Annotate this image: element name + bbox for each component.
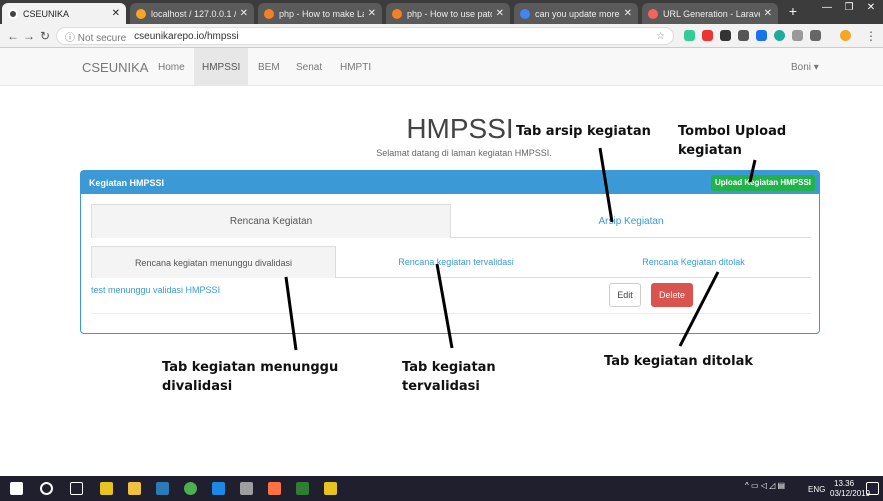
task-view-icon[interactable] bbox=[70, 482, 83, 495]
tab-rencana-kegiatan[interactable]: Rencana Kegiatan bbox=[91, 204, 451, 238]
annotation-tervalidasi: Tab kegiatan tervalidasi bbox=[402, 360, 496, 394]
tab-favicon-icon bbox=[8, 8, 18, 19]
clock-date[interactable]: 03/12/2019 bbox=[830, 489, 870, 498]
new-tab-button[interactable]: + bbox=[784, 3, 802, 19]
windows-start-icon[interactable] bbox=[10, 482, 23, 495]
close-icon[interactable]: ✕ bbox=[764, 8, 772, 19]
address-bar[interactable]: ⓘ Not secure cseunikarepo.io/hmpssi ☆ bbox=[56, 27, 674, 45]
menu-icon[interactable]: ⋮ bbox=[864, 29, 878, 43]
panel-title: Kegiatan HMPSSI bbox=[89, 178, 165, 188]
browser-tab-cseunika[interactable]: CSEUNIKA ✕ bbox=[2, 3, 126, 24]
panel-heading: Kegiatan HMPSSI Upload Kegiatan HMPSSI bbox=[81, 171, 819, 194]
page-subtitle: Selamat datang di laman kegiatan HMPSSI. bbox=[376, 148, 552, 158]
nav-link-senat[interactable]: Senat bbox=[296, 62, 322, 73]
brand-logo[interactable]: CSEUNIKA bbox=[82, 60, 148, 75]
annotation-upload: Tombol Upload kegiatan bbox=[678, 124, 787, 158]
back-icon[interactable]: ← bbox=[6, 29, 20, 43]
close-icon[interactable]: ✕ bbox=[112, 8, 120, 19]
vscode-icon[interactable] bbox=[212, 482, 225, 495]
minimize-icon[interactable]: — bbox=[818, 2, 836, 13]
main-tabs: Rencana Kegiatan Arsip Kegiatan bbox=[91, 204, 811, 238]
tab-favicon-icon bbox=[648, 8, 658, 19]
extension-icon[interactable] bbox=[702, 30, 713, 41]
tab-arsip-kegiatan[interactable]: Arsip Kegiatan bbox=[451, 204, 811, 238]
profile-avatar[interactable] bbox=[840, 30, 851, 41]
tab-favicon-icon bbox=[392, 8, 402, 19]
clock-time[interactable]: 13.36 bbox=[834, 479, 854, 488]
notification-icon[interactable] bbox=[866, 482, 879, 495]
close-icon[interactable]: ✕ bbox=[624, 8, 632, 19]
browser-tab-phpmyadmin[interactable]: localhost / 127.0.0.1 / cs ✕ bbox=[130, 3, 254, 24]
annotation-arsip: Tab arsip kegiatan bbox=[516, 124, 651, 139]
app-icon[interactable] bbox=[240, 482, 253, 495]
tab-menunggu-divalidasi[interactable]: Rencana kegiatan menunggu divalidasi bbox=[91, 246, 336, 278]
delete-button[interactable]: Delete bbox=[651, 283, 693, 307]
edit-button[interactable]: Edit bbox=[609, 283, 641, 307]
annotation-ditolak: Tab kegiatan ditolak bbox=[604, 354, 753, 369]
extension-icon[interactable] bbox=[684, 30, 695, 41]
user-menu[interactable]: Boni ▾ bbox=[791, 62, 819, 73]
extension-icon[interactable] bbox=[792, 30, 803, 41]
activities-panel: Kegiatan HMPSSI Upload Kegiatan HMPSSI R… bbox=[80, 170, 820, 334]
nav-link-bem[interactable]: BEM bbox=[258, 62, 280, 73]
extension-icon[interactable] bbox=[774, 30, 785, 41]
mail-icon[interactable] bbox=[156, 482, 169, 495]
nav-link-hmpti[interactable]: HMPTI bbox=[340, 62, 371, 73]
tab-favicon-icon bbox=[136, 8, 146, 19]
extension-icon[interactable] bbox=[720, 30, 731, 41]
annotation-menunggu: Tab kegiatan menunggu divalidasi bbox=[162, 360, 339, 394]
extension-icon[interactable] bbox=[738, 30, 749, 41]
nav-link-hmpssi[interactable]: HMPSSI bbox=[194, 48, 249, 85]
browser-chrome: CSEUNIKA ✕ localhost / 127.0.0.1 / cs ✕ … bbox=[0, 0, 883, 48]
address-bar-row: ← → ↻ ⓘ Not secure cseunikarepo.io/hmpss… bbox=[0, 24, 883, 48]
tab-ditolak[interactable]: Rencana Kegiatan ditolak bbox=[576, 246, 811, 278]
bookmark-star-icon[interactable]: ☆ bbox=[656, 31, 665, 42]
browser-tab-stackoverflow-2[interactable]: php - How to use patch ✕ bbox=[386, 3, 510, 24]
language-indicator[interactable]: ENG bbox=[808, 485, 825, 494]
activity-link[interactable]: test menunggu validasi HMPSSI bbox=[91, 285, 220, 295]
reload-icon[interactable]: ↻ bbox=[38, 29, 52, 43]
chrome-icon[interactable] bbox=[184, 482, 197, 495]
restore-icon[interactable]: ❐ bbox=[840, 2, 858, 13]
tab-strip: CSEUNIKA ✕ localhost / 127.0.0.1 / cs ✕ … bbox=[0, 0, 883, 24]
tab-favicon-icon bbox=[520, 8, 530, 19]
sublime-icon[interactable] bbox=[100, 482, 113, 495]
search-icon[interactable] bbox=[40, 482, 53, 495]
tab-tervalidasi[interactable]: Rencana kegiatan tervalidasi bbox=[336, 246, 576, 278]
browser-tab-google[interactable]: can you update more th ✕ bbox=[514, 3, 638, 24]
file-explorer-icon[interactable] bbox=[128, 482, 141, 495]
close-window-icon[interactable]: ✕ bbox=[862, 2, 880, 13]
tray-icons[interactable]: ^ ▭ ◁ ◿ ▤ bbox=[745, 481, 785, 490]
nav-link-home[interactable]: Home bbox=[158, 62, 185, 73]
xampp-icon[interactable] bbox=[268, 482, 281, 495]
site-navbar: CSEUNIKA Home HMPSSI BEM Senat HMPTI Bon… bbox=[0, 48, 883, 86]
browser-tab-laravel[interactable]: URL Generation - Larave ✕ bbox=[642, 3, 778, 24]
chat-icon[interactable] bbox=[296, 482, 309, 495]
extension-icon[interactable] bbox=[756, 30, 767, 41]
table-row: test menunggu validasi HMPSSI Edit Delet… bbox=[91, 278, 811, 314]
extension-icon[interactable] bbox=[810, 30, 821, 41]
os-taskbar: ^ ▭ ◁ ◿ ▤ ENG 13.36 03/12/2019 bbox=[0, 476, 883, 501]
url-text: cseunikarepo.io/hmpssi bbox=[134, 30, 239, 42]
tab-favicon-icon bbox=[264, 8, 274, 19]
close-icon[interactable]: ✕ bbox=[240, 8, 248, 19]
upload-activity-button[interactable]: Upload Kegiatan HMPSSI bbox=[711, 175, 816, 191]
forward-icon[interactable]: → bbox=[22, 29, 36, 43]
close-icon[interactable]: ✕ bbox=[368, 8, 376, 19]
not-secure-label[interactable]: ⓘ Not secure bbox=[65, 29, 126, 44]
sub-tabs: Rencana kegiatan menunggu divalidasi Ren… bbox=[91, 246, 811, 278]
browser-tab-stackoverflow-1[interactable]: php - How to make Lara ✕ bbox=[258, 3, 382, 24]
close-icon[interactable]: ✕ bbox=[496, 8, 504, 19]
sublime-icon[interactable] bbox=[324, 482, 337, 495]
